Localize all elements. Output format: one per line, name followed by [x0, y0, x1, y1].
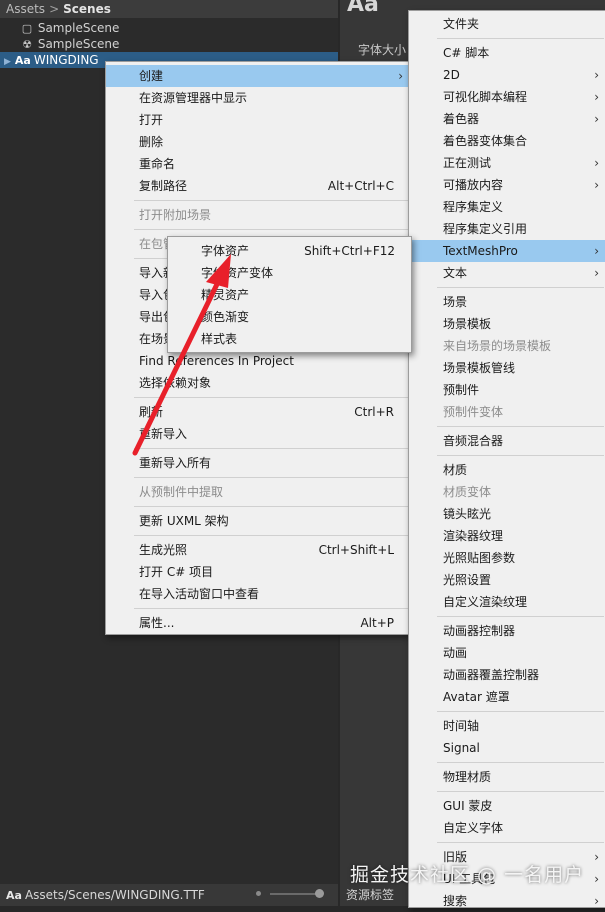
red-annotation-arrow [132, 254, 231, 456]
arrow-head [206, 254, 231, 288]
arrow-shaft [132, 275, 223, 456]
watermark: 掘金技术社区 @ 一名用户 [350, 864, 585, 886]
